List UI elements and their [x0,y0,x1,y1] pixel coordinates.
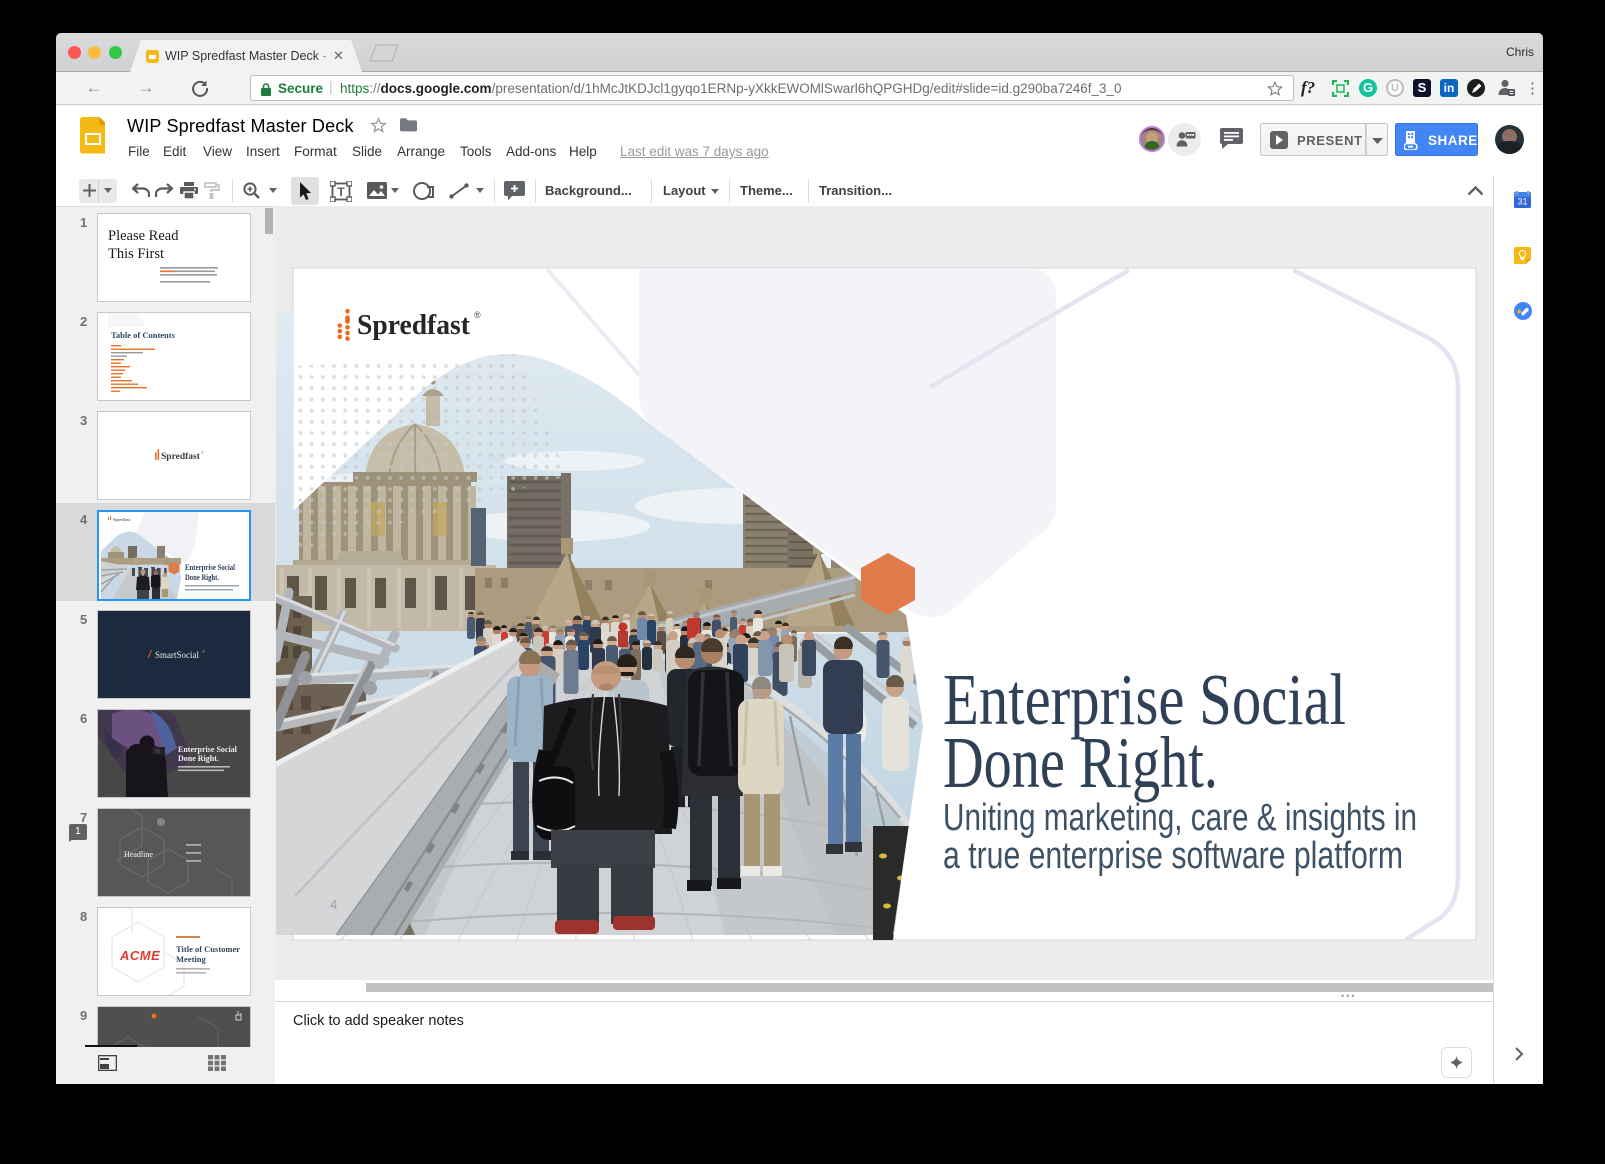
svg-text:Done Right.: Done Right. [943,722,1218,803]
svg-text:Enterprise Social: Enterprise Social [185,562,235,572]
svg-text:Title of Customer: Title of Customer [176,944,240,954]
svg-text:®: ® [201,450,204,455]
svg-text:SmartSocial: SmartSocial [155,650,199,660]
svg-text:ACME: ACME [119,948,160,963]
svg-text:This First: This First [108,246,164,262]
svg-text:Done Right.: Done Right. [178,754,219,763]
svg-text:Table of Contents: Table of Contents [111,330,176,340]
svg-text:®: ® [202,649,205,654]
svg-text:Meeting: Meeting [176,954,206,964]
svg-text:Done Right.: Done Right. [185,572,219,582]
svg-text:Spredfast: Spredfast [161,452,201,462]
svg-text:a true enterprise software pla: a true enterprise software platform [943,835,1403,877]
svg-text:®: ® [474,310,481,320]
svg-text:Spredfast: Spredfast [357,310,471,341]
svg-text:T: T [337,185,345,199]
svg-text:4: 4 [330,897,337,912]
svg-text:Please Read: Please Read [108,228,179,244]
svg-text:Headline: Headline [124,850,153,859]
svg-text:Uniting marketing, care & insi: Uniting marketing, care & insights in [943,797,1417,839]
svg-text:Enterprise Social: Enterprise Social [178,745,238,754]
svg-text:31: 31 [1517,197,1527,207]
svg-text:Spredfast: Spredfast [113,517,131,522]
